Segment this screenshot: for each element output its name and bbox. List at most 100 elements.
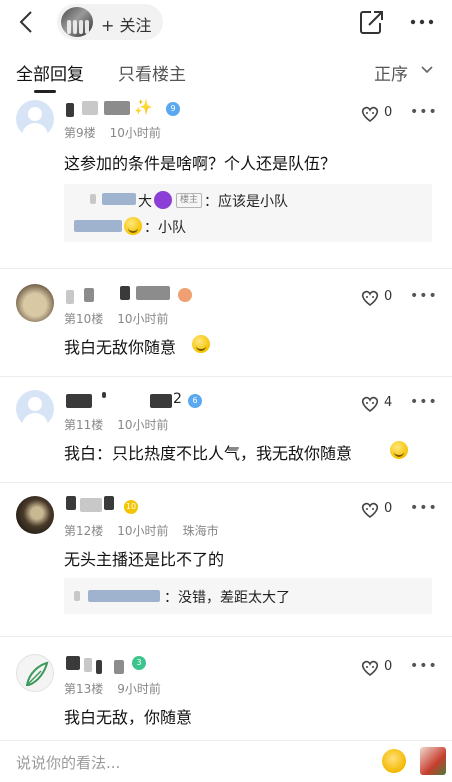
floor-meta: 第10楼 10小时前	[64, 310, 183, 327]
divider	[0, 636, 452, 637]
username-blurred	[102, 392, 106, 398]
follow-button[interactable]: + 关注	[57, 4, 163, 40]
more-icon[interactable]	[408, 10, 436, 34]
sub-reply-username-suffix: 大	[138, 194, 152, 210]
floor-item: 10 第12楼 10小时前 珠海市 0 ••• 无头主播还是比不了的 ：没错，差距太…	[0, 492, 452, 622]
username-blurred[interactable]	[66, 290, 74, 304]
username-blurred	[84, 288, 94, 302]
chevron-down-icon[interactable]	[420, 63, 434, 77]
sub-reply-user-blurred[interactable]	[74, 220, 122, 232]
divider	[0, 482, 452, 483]
comment-input[interactable]: 说说你的看法...	[16, 752, 120, 773]
smile-emoji-icon	[124, 217, 142, 235]
comment-bar: 说说你的看法...	[0, 740, 452, 782]
post-time: 10小时前	[109, 126, 161, 140]
divider	[0, 376, 452, 377]
reply-text: 我白无敌，你随意	[64, 708, 193, 727]
floor-item: 第10楼 10小时前 0 ••• 我白无敌你随意	[0, 280, 452, 368]
username-suffix: 2	[173, 391, 182, 407]
avatar[interactable]	[16, 100, 54, 138]
sort-order-button[interactable]: 正序	[374, 60, 408, 85]
like-icon[interactable]	[359, 658, 381, 678]
sub-reply-user-blurred[interactable]	[74, 591, 80, 601]
like-icon[interactable]	[359, 394, 381, 414]
share-icon[interactable]	[358, 8, 384, 36]
username-blurred[interactable]	[66, 656, 80, 670]
avatar[interactable]	[16, 654, 54, 692]
floor-item: 2 6 第11楼 10小时前 4 ••• 我白：只比热度不比人气，我无敌你随意	[0, 386, 452, 478]
divider	[0, 268, 452, 269]
leaf-logo-icon	[25, 661, 49, 686]
sub-reply-box: 大 楼主 ：应该是小队 ：小队	[64, 184, 432, 242]
more-options-icon[interactable]: •••	[410, 394, 438, 410]
avatar[interactable]	[16, 284, 54, 322]
floor-meta: 第13楼 9小时前	[64, 680, 175, 697]
like-count: 4	[384, 395, 393, 410]
sub-reply-text: ：小队	[144, 220, 186, 236]
floor-number: 第13楼	[64, 682, 104, 696]
sub-reply-box: ：没错，差距太大了	[64, 578, 432, 614]
smile-emoji-icon	[192, 335, 210, 353]
post-time: 10小时前	[117, 312, 169, 326]
post-time: 9小时前	[117, 682, 161, 696]
like-icon[interactable]	[359, 288, 381, 308]
owner-tag: 楼主	[176, 193, 203, 208]
sub-reply-text: ：没错，差距太大了	[164, 590, 290, 606]
more-options-icon[interactable]: •••	[410, 658, 438, 674]
reply-text: 这参加的条件是啥啊？个人还是队伍？	[64, 154, 337, 173]
level-badge: 9	[166, 102, 180, 116]
devil-emoji-icon	[154, 191, 172, 209]
reply-text: 无头主播还是比不了的	[64, 550, 225, 569]
floor-item: 3 第13楼 9小时前 0 ••• 我白无敌，你随意	[0, 650, 452, 736]
floor-number: 第10楼	[64, 312, 104, 326]
like-icon[interactable]	[359, 104, 381, 124]
tab-all-replies[interactable]: 全部回复	[16, 60, 84, 85]
username-blurred[interactable]	[66, 103, 74, 117]
sparkle-icon: ✨	[134, 98, 153, 116]
floor-meta: 第12楼 10小时前 珠海市	[64, 522, 233, 539]
tab-underline	[34, 90, 56, 93]
sub-reply-user-blurred	[88, 590, 160, 602]
back-arrow-icon[interactable]	[14, 8, 40, 36]
level-badge: 6	[188, 394, 202, 408]
level-badge: 3	[132, 656, 146, 670]
level-badge-icon	[178, 288, 192, 302]
post-location: 珠海市	[182, 524, 219, 538]
more-options-icon[interactable]: •••	[410, 288, 438, 304]
username-blurred	[120, 286, 130, 300]
username-blurred	[104, 496, 114, 510]
sub-reply-text: ：应该是小队	[204, 194, 288, 210]
floor-number: 第12楼	[64, 524, 104, 538]
username-blurred	[84, 658, 92, 672]
username-blurred	[82, 101, 98, 115]
username-blurred	[136, 286, 170, 300]
like-count: 0	[384, 289, 393, 304]
more-options-icon[interactable]: •••	[410, 500, 438, 516]
avatar[interactable]	[16, 390, 54, 428]
sub-reply-user-blurred[interactable]	[90, 194, 96, 204]
post-time: 10小时前	[117, 524, 169, 538]
username-blurred[interactable]	[66, 496, 76, 510]
more-options-icon[interactable]: •••	[410, 104, 438, 120]
emoji-picker-icon[interactable]	[382, 749, 406, 773]
floor-meta: 第9楼 10小时前	[64, 124, 175, 141]
username-blurred	[150, 394, 172, 408]
image-picker-icon[interactable]	[420, 747, 446, 775]
author-avatar[interactable]	[61, 7, 93, 37]
tab-owner-only[interactable]: 只看楼主	[118, 60, 186, 85]
floor-meta: 第11楼 10小时前	[64, 416, 183, 433]
like-count: 0	[384, 501, 393, 516]
username-blurred[interactable]	[66, 394, 92, 408]
like-icon[interactable]	[359, 500, 381, 520]
username-blurred	[80, 498, 102, 512]
reply-tabs: 全部回复 只看楼主 正序	[0, 50, 452, 94]
floor-number: 第9楼	[64, 126, 96, 140]
like-count: 0	[384, 659, 393, 674]
username-blurred	[96, 660, 102, 674]
level-badge: 10	[124, 500, 138, 514]
floor-number: 第11楼	[64, 418, 104, 432]
like-count: 0	[384, 105, 393, 120]
top-bar: + 关注	[0, 0, 452, 46]
username-blurred	[104, 101, 130, 115]
avatar[interactable]	[16, 496, 54, 534]
